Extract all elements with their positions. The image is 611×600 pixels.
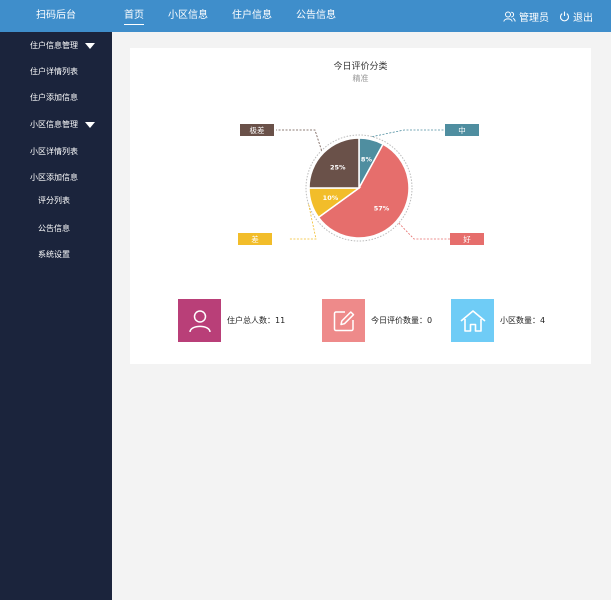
top-bar: 扫码后台 首页 小区信息 住户信息 公告信息 管理员 退出 [0,0,611,32]
pie-slice-percent: 25% [330,163,346,171]
stat-ratings: 今日评价数量：0 [322,299,432,342]
stat-residents-label: 住户总人数：11 [227,316,286,325]
stat-ratings-label: 今日评价数量：0 [371,316,433,325]
pie-slice-percent: 10% [323,194,339,202]
sidebar-item-resident-list[interactable]: 住户详情列表 [30,66,78,78]
pie-leader-line [276,129,322,151]
pie-slice-percent: 8% [361,155,373,163]
sidebar-item-settings[interactable]: 系统设置 [38,249,70,261]
logout-label: 退出 [573,12,593,24]
house-icon [459,309,486,332]
sidebar-group-resident-label: 住户信息管理 [30,41,78,50]
brand-title: 扫码后台 [36,10,76,21]
pie-legend-label: 差 [251,234,259,244]
pie-legend-label: 极差 [250,125,265,135]
pie-leader-line [398,222,450,240]
chevron-down-icon [85,42,95,49]
sidebar-item-ratings[interactable]: 评分列表 [38,195,70,207]
sidebar-item-resident-add[interactable]: 住户添加信息 [30,92,78,104]
stat-residents-box [178,299,221,342]
nav-home[interactable]: 首页 [124,0,144,32]
users-icon [503,11,516,22]
sidebar-group-community-label: 小区信息管理 [30,120,78,129]
pie-legend-label: 好 [463,234,471,244]
stat-communities: 小区数量：4 [451,299,545,342]
stat-ratings-box [322,299,365,342]
stat-communities-box [451,299,494,342]
pie-slice-percent: 57% [374,204,390,212]
header-tools: 管理员 退出 [493,0,593,32]
stat-communities-label: 小区数量：4 [500,316,546,325]
admin-menu[interactable]: 管理员 [503,9,549,24]
top-nav: 首页 小区信息 住户信息 公告信息 [124,0,360,32]
sidebar-group-resident[interactable]: 住户信息管理 [30,40,95,52]
power-icon [560,11,569,21]
dashboard-panel: 今日评价分类 精准 8% 中 57% 好 10% 差 25% 极差 住户总人数：11 今日评价… [130,48,591,364]
nav-community-info[interactable]: 小区信息 [168,0,208,32]
sidebar: 住户信息管理 住户详情列表 住户添加信息 小区信息管理 小区详情列表 小区添加信… [0,32,112,600]
user-icon [188,309,211,332]
sidebar-group-community[interactable]: 小区信息管理 [30,119,95,131]
sidebar-item-community-add[interactable]: 小区添加信息 [30,172,78,184]
edit-icon [333,310,354,331]
admin-label: 管理员 [519,12,549,24]
nav-notice-info[interactable]: 公告信息 [296,0,336,32]
rating-pie-chart: 8% 中 57% 好 10% 差 25% 极差 [238,124,484,245]
stat-residents: 住户总人数：11 [178,299,285,342]
pie-legend-label: 中 [458,125,466,135]
logout-button[interactable]: 退出 [559,9,593,24]
chevron-down-icon [85,121,95,128]
nav-resident-info[interactable]: 住户信息 [232,0,272,32]
pie-leader-line [289,204,317,240]
sidebar-item-notices[interactable]: 公告信息 [38,223,70,235]
pie-leader-line [372,129,445,138]
sidebar-item-community-list[interactable]: 小区详情列表 [30,146,78,158]
